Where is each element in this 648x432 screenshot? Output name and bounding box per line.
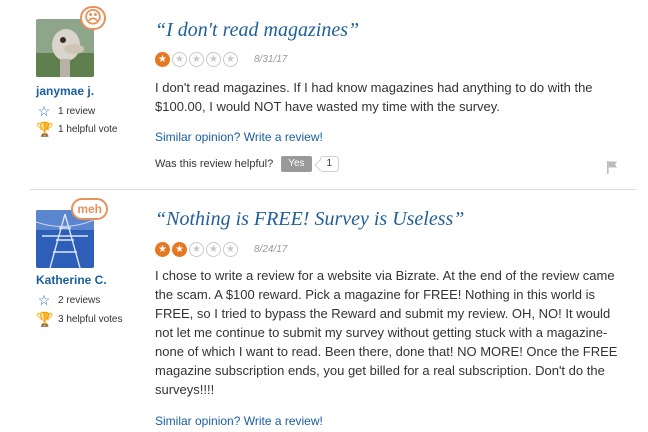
sad-face-icon: ☹	[84, 8, 102, 27]
review-title: “Nothing is FREE! Survey is Useless”	[155, 208, 465, 230]
rating-star-empty-icon: ★	[206, 52, 221, 67]
rating-star-empty-icon: ★	[206, 242, 221, 257]
rating-star-empty-icon: ★	[189, 242, 204, 257]
review-body: I chose to write a review for a website …	[155, 268, 618, 397]
rating-star-empty-icon: ★	[223, 52, 238, 67]
helpful-prompt: Was this review helpful? Yes 1	[155, 156, 340, 172]
rating-star-filled-icon: ★	[155, 242, 170, 257]
similar-opinion-link[interactable]: Similar opinion? Write a review!	[155, 130, 323, 144]
similar-opinion-link[interactable]: Similar opinion? Write a review!	[155, 414, 323, 428]
helpful-question: Was this review helpful?	[155, 158, 274, 170]
review-date: 8/24/17	[254, 244, 288, 255]
star-rating: ★ ★ ★ ★ ★ 8/24/17	[155, 242, 287, 257]
rating-star-filled-icon: ★	[172, 242, 187, 257]
review-item: meh Katherine C. ☆ 2 reviews 🏆 3 helpful…	[0, 190, 648, 432]
review-date: 8/31/17	[254, 54, 288, 65]
star-rating: ★ ★ ★ ★ ★ 8/31/17	[155, 52, 287, 67]
helpful-vote-count: 🏆 1 helpful vote	[36, 121, 118, 137]
mood-badge: meh	[71, 198, 108, 220]
rating-star-empty-icon: ★	[223, 242, 238, 257]
review-count: ☆ 2 reviews	[37, 292, 101, 308]
star-outline-icon: ☆	[37, 292, 51, 308]
username[interactable]: janymae j.	[36, 84, 94, 98]
star-outline-icon: ☆	[37, 103, 51, 119]
mood-badge: ☹	[80, 6, 106, 30]
avatar[interactable]: meh	[36, 198, 108, 268]
username[interactable]: Katherine C.	[36, 273, 107, 287]
yes-button[interactable]: Yes	[281, 156, 312, 172]
review-body: I don't read magazines. If I had know ma…	[155, 80, 593, 114]
trophy-icon: 🏆	[36, 311, 54, 327]
rating-star-empty-icon: ★	[172, 52, 187, 67]
rating-star-filled-icon: ★	[155, 52, 170, 67]
rating-star-empty-icon: ★	[189, 52, 204, 67]
yes-count: 1	[319, 156, 340, 172]
helpful-vote-count: 🏆 3 helpful votes	[36, 311, 123, 327]
review-count: ☆ 1 review	[37, 103, 96, 119]
flag-icon[interactable]	[606, 161, 620, 175]
review-title: “I don't read magazines”	[155, 19, 360, 41]
avatar[interactable]: ☹	[36, 6, 106, 77]
review-item: ☹ janymae j. ☆ 1 review 🏆 1 helpful vote…	[0, 0, 648, 189]
trophy-icon: 🏆	[36, 121, 54, 137]
